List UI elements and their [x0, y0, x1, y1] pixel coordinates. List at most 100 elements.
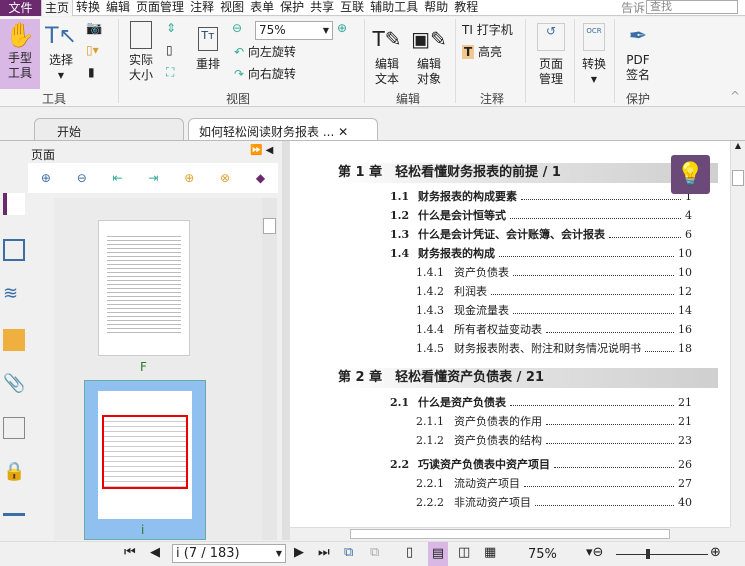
- previous-page-button[interactable]: ◀: [150, 545, 160, 560]
- delete-page-icon[interactable]: ⊗: [220, 171, 230, 185]
- toc-entry[interactable]: 1.4 财务报表的构成 10: [390, 247, 692, 261]
- menu-item[interactable]: 帮助: [421, 0, 451, 16]
- zoom-in-button[interactable]: ⊕: [710, 545, 721, 560]
- menu-file[interactable]: 文件: [0, 0, 41, 16]
- edit-text-button[interactable]: T✎ 编辑 文本: [370, 21, 404, 87]
- tab-start[interactable]: 开始: [34, 118, 184, 141]
- menu-item[interactable]: 表单: [247, 0, 277, 16]
- close-tab-icon[interactable]: ✕: [338, 125, 348, 139]
- bookmark-icon[interactable]: ▮: [88, 65, 95, 80]
- toc-entry[interactable]: 2.2.1 流动资产项目 27: [416, 477, 692, 491]
- menu-item[interactable]: 辅助工具: [367, 0, 421, 16]
- toc-entry[interactable]: 1.2 什么是会计恒等式 4: [390, 209, 692, 223]
- toc-entry[interactable]: 2.2.2 非流动资产项目 40: [416, 496, 692, 510]
- zoom-slider[interactable]: [616, 549, 708, 559]
- menu-item[interactable]: 教程: [451, 0, 481, 16]
- continuous-page-icon[interactable]: ▤: [428, 542, 448, 566]
- toc-entry[interactable]: 1.4.4 所有者权益变动表 16: [416, 323, 692, 337]
- toc-page: 12: [678, 285, 692, 298]
- toc-entry[interactable]: 2.1.2 资产负债表的结构 23: [416, 434, 692, 448]
- panel-splitter[interactable]: [282, 141, 290, 540]
- reflow-button[interactable]: Tт 重排: [192, 27, 224, 72]
- zoom-in-icon[interactable]: ⊕: [337, 21, 347, 36]
- horizontal-scrollbar[interactable]: [290, 527, 730, 540]
- menu-item[interactable]: 共享: [307, 0, 337, 16]
- collapse-ribbon-icon[interactable]: ^: [730, 89, 740, 104]
- page-number-select[interactable]: i (7 / 183) ▼: [172, 544, 286, 563]
- single-page-icon[interactable]: ▯: [406, 545, 413, 560]
- rotate-left-button[interactable]: ↶ 向左旋转: [234, 45, 296, 60]
- zoom-out-button[interactable]: ▾⊖: [586, 545, 603, 560]
- add-page-icon[interactable]: ⊕: [184, 171, 194, 185]
- previous-view-icon[interactable]: ⧉: [344, 545, 353, 560]
- fit-width-icon[interactable]: ▯: [166, 43, 173, 58]
- attachments-icon[interactable]: 📎: [3, 373, 25, 395]
- rotate-right-button[interactable]: ↷ 向右旋转: [234, 67, 296, 82]
- fit-visible-icon[interactable]: ⛶: [166, 65, 174, 80]
- panel-scrollbar[interactable]: [262, 198, 277, 540]
- menu-item[interactable]: 转换: [73, 0, 103, 16]
- toc-entry[interactable]: 1.3 什么是会计凭证、会计账簿、会计报表 6: [390, 228, 692, 242]
- tell-me[interactable]: 告诉: [621, 0, 645, 16]
- shrink-thumb-icon[interactable]: ⊖: [77, 171, 87, 185]
- fields-icon[interactable]: [3, 513, 25, 535]
- menu-item[interactable]: 保护: [277, 0, 307, 16]
- toc-page: 18: [678, 342, 692, 355]
- enlarge-thumb-icon[interactable]: ⊕: [41, 171, 51, 185]
- toc-entry[interactable]: 1.1 财务报表的构成要素 1: [390, 190, 692, 204]
- lock-icon[interactable]: 🔒: [3, 461, 25, 483]
- last-page-button[interactable]: ⏭: [318, 545, 330, 560]
- fit-page-icon[interactable]: ⇕: [166, 21, 176, 36]
- toc-entry[interactable]: 2.1 什么是资产负债表 21: [390, 396, 692, 410]
- chapter-heading: 第 2 章 轻松看懂资产负债表 / 21: [338, 368, 718, 388]
- page-manage-button[interactable]: ↺ 页面 管理: [532, 23, 570, 87]
- toc-entry[interactable]: 1.4.3 现金流量表 14: [416, 304, 692, 318]
- search-input[interactable]: 查找: [646, 0, 738, 14]
- signature-icon[interactable]: [3, 417, 25, 439]
- layers-icon[interactable]: ≋: [3, 283, 25, 305]
- toc-entry[interactable]: 1.4.1 资产负债表 10: [416, 266, 692, 280]
- panel-toolbar: ⊕ ⊖ ⇤ ⇥ ⊕ ⊗ ◆: [28, 163, 278, 193]
- menu-item[interactable]: 互联: [337, 0, 367, 16]
- panel-expand-icon[interactable]: ⏩ ◀: [250, 145, 273, 156]
- toc-number: 2.1.1: [416, 415, 444, 428]
- menu-item[interactable]: 编辑: [103, 0, 133, 16]
- comments-icon[interactable]: [3, 329, 25, 351]
- menu-item[interactable]: 视图: [217, 0, 247, 16]
- toc-entry[interactable]: 2.1.1 资产负债表的作用 21: [416, 415, 692, 429]
- toc-page: 26: [678, 458, 692, 471]
- zoom-out-icon[interactable]: ⊖: [232, 21, 242, 36]
- facing-page-icon[interactable]: ◫: [458, 545, 470, 560]
- zoom-select[interactable]: 75% ▼: [255, 21, 333, 40]
- hand-tool-button[interactable]: ✋ 手型 工具: [0, 19, 40, 89]
- highlight-button[interactable]: T 高亮: [462, 45, 502, 60]
- extract-page-icon[interactable]: ⇥: [148, 171, 158, 185]
- document-scrollbar[interactable]: ▲: [730, 141, 745, 527]
- insert-page-icon[interactable]: ⇤: [113, 171, 123, 185]
- pdf-sign-button[interactable]: ✒ PDF 签名: [620, 21, 656, 83]
- toc-entry[interactable]: 2.2 巧读资产负债表中资产项目 26: [390, 458, 692, 472]
- continuous-facing-icon[interactable]: ▦: [484, 545, 496, 560]
- edit-object-button[interactable]: ▣✎ 编辑 对象: [410, 21, 448, 87]
- next-page-button[interactable]: ▶: [294, 545, 304, 560]
- toc-entry[interactable]: 1.4.2 利润表 12: [416, 285, 692, 299]
- thumbnail-page[interactable]: [98, 220, 190, 356]
- first-page-button[interactable]: ⏮: [124, 545, 136, 560]
- menu-item[interactable]: 页面管理: [133, 0, 187, 16]
- actual-size-button[interactable]: 实际 大小: [124, 21, 158, 83]
- pages-panel-icon[interactable]: [3, 239, 25, 261]
- convert-button[interactable]: OCR 转换 ▼: [578, 23, 610, 87]
- page-label-icon[interactable]: ◆: [256, 171, 265, 185]
- select-button[interactable]: T↖ 选择 ▼: [44, 21, 78, 83]
- clipboard-icon[interactable]: ▯▾: [86, 43, 99, 58]
- toc-entry[interactable]: 1.4.5 财务报表附表、附注和财务情况说明书 18: [416, 342, 692, 356]
- next-view-icon[interactable]: ⧉: [370, 545, 379, 560]
- tab-document[interactable]: 如何轻松阅读财务报表 ... ✕: [188, 118, 378, 141]
- menu-item[interactable]: 注释: [187, 0, 217, 16]
- thumbnail-page-selected[interactable]: i: [84, 380, 206, 540]
- snapshot-icon[interactable]: 📷: [86, 21, 102, 36]
- menu-item[interactable]: 主页: [41, 0, 74, 16]
- typewriter-button[interactable]: TI 打字机: [462, 23, 513, 38]
- bookmark-panel-icon[interactable]: [3, 193, 25, 215]
- tips-button[interactable]: 💡: [671, 155, 710, 194]
